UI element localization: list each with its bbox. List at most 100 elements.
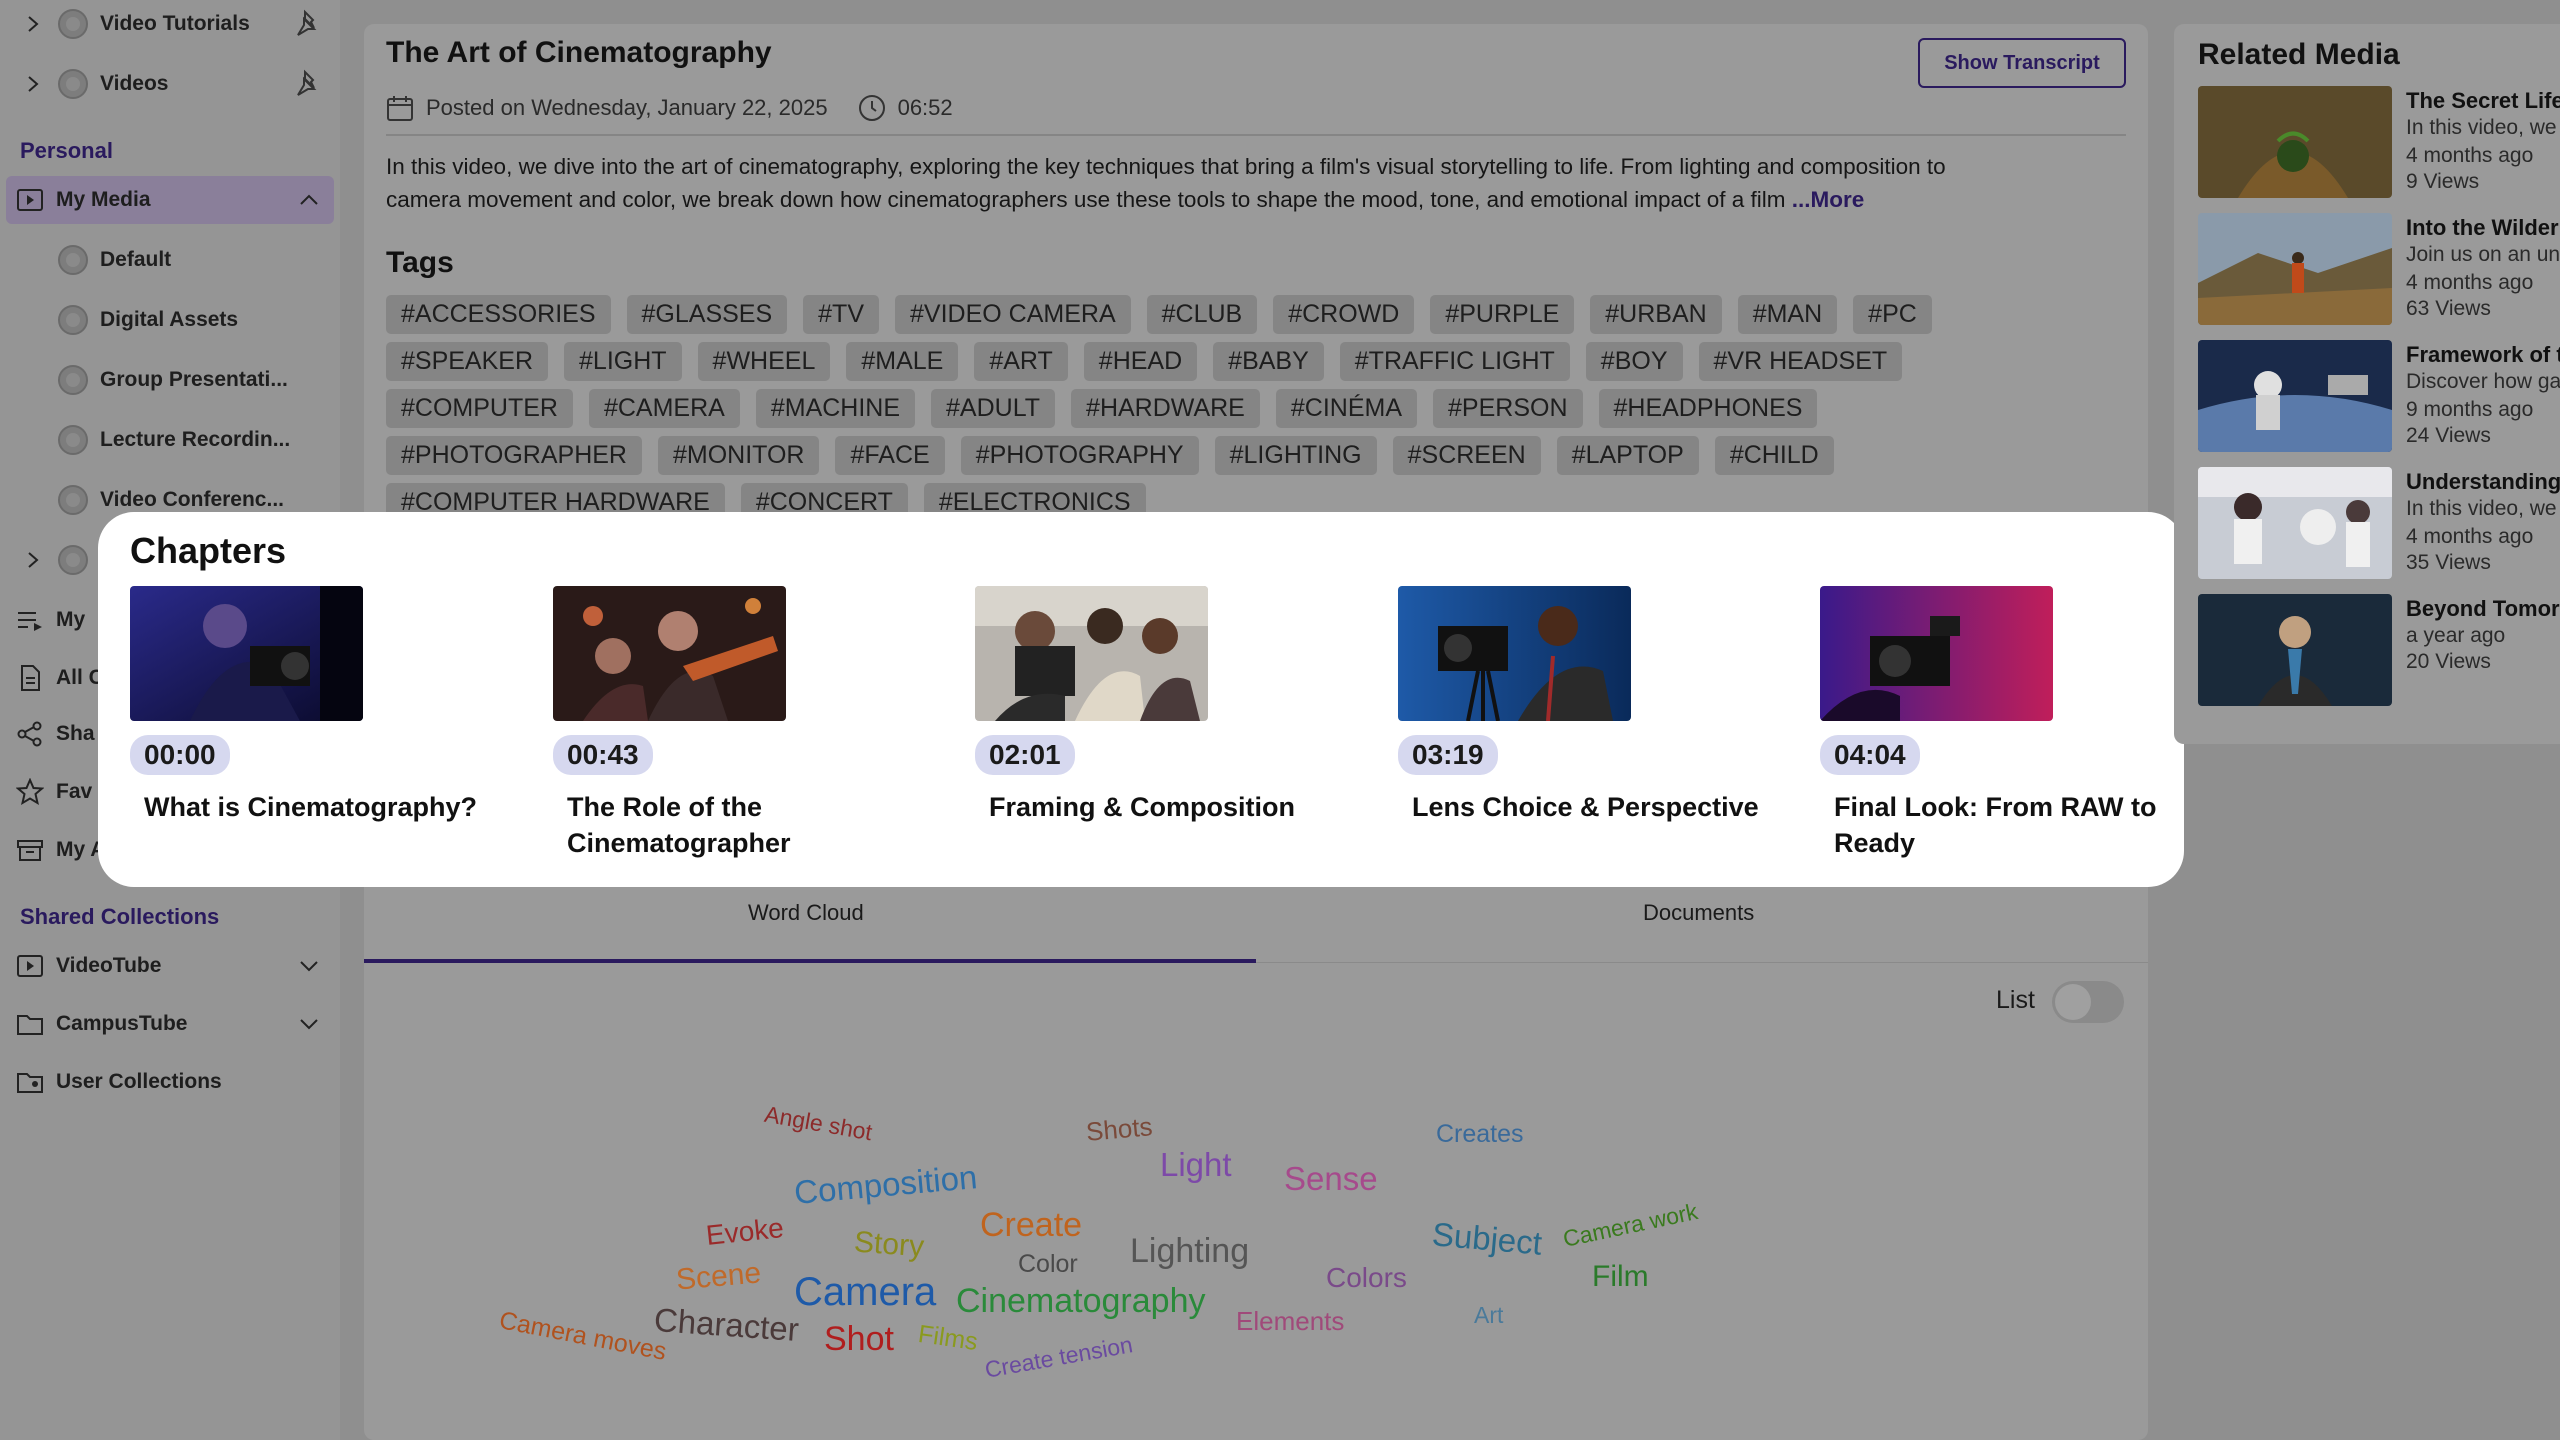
tag-chip[interactable]: #PHOTOGRAPHER	[386, 436, 642, 475]
related-thumbnail[interactable]	[2198, 467, 2392, 579]
tag-chip[interactable]: #SPEAKER	[386, 342, 549, 381]
tag-chip[interactable]: #FACE	[835, 436, 945, 475]
tag-chip[interactable]: #VIDEO CAMERA	[895, 295, 1131, 334]
word-cloud-word[interactable]: Color	[1018, 1250, 1078, 1279]
chapter-thumbnail[interactable]	[130, 586, 363, 721]
chapter-item[interactable]: 03:19 Lens Choice & Perspective	[1398, 586, 1798, 825]
chapter-timestamp[interactable]: 04:04	[1820, 735, 1920, 775]
pin-icon[interactable]	[294, 69, 324, 99]
tag-chip[interactable]: #COMPUTER	[386, 389, 573, 428]
word-cloud-word[interactable]: Colors	[1326, 1262, 1407, 1294]
word-cloud-word[interactable]: Creates	[1436, 1120, 1524, 1149]
related-item[interactable]: The Secret Life In this video, we 4 mont…	[2198, 86, 2560, 198]
chapter-thumbnail[interactable]	[553, 586, 786, 721]
related-thumbnail[interactable]	[2198, 340, 2392, 452]
word-cloud-word[interactable]: Light	[1160, 1146, 1232, 1184]
word-cloud-word[interactable]: Shot	[824, 1320, 894, 1359]
tag-chip[interactable]: #CLUB	[1146, 295, 1258, 334]
tag-chip[interactable]: #MALE	[846, 342, 959, 381]
chapter-thumbnail[interactable]	[975, 586, 1208, 721]
related-thumbnail[interactable]	[2198, 86, 2392, 198]
pin-icon[interactable]	[294, 9, 324, 39]
related-item[interactable]: Understanding In this video, we 4 months…	[2198, 467, 2560, 579]
chevron-down-icon[interactable]	[296, 1011, 322, 1037]
tag-chip[interactable]: #ACCESSORIES	[386, 295, 611, 334]
chapter-timestamp[interactable]: 00:00	[130, 735, 230, 775]
word-cloud-word[interactable]: Sense	[1284, 1160, 1378, 1198]
related-item[interactable]: Into the Wilder Join us on an un 4 month…	[2198, 213, 2560, 325]
tag-chip[interactable]: #PC	[1853, 295, 1932, 334]
tag-chip[interactable]: #HEADPHONES	[1598, 389, 1818, 428]
chevron-down-icon[interactable]	[296, 953, 322, 979]
word-cloud-word[interactable]: Art	[1474, 1302, 1503, 1329]
chapter-thumbnail[interactable]	[1820, 586, 2053, 721]
related-item-title[interactable]: The Secret Life	[2406, 88, 2560, 114]
chapter-name[interactable]: Final Look: From RAW to Ready	[1834, 789, 2234, 861]
tag-chip[interactable]: #HARDWARE	[1071, 389, 1260, 428]
chapter-name[interactable]: The Role of the Cinematographer	[567, 789, 967, 861]
chapter-item[interactable]: 00:43 The Role of the Cinematographer	[553, 586, 953, 861]
tag-chip[interactable]: #URBAN	[1590, 295, 1722, 334]
show-transcript-button[interactable]: Show Transcript	[1918, 38, 2126, 88]
chevron-right-icon[interactable]	[22, 73, 44, 95]
tag-chip[interactable]: #CAMERA	[588, 389, 740, 428]
word-cloud-word[interactable]: Lighting	[1130, 1232, 1249, 1271]
word-cloud-word[interactable]: Cinematography	[956, 1282, 1205, 1321]
tag-chip[interactable]: #TRAFFIC LIGHT	[1339, 342, 1570, 381]
chapter-name[interactable]: Framing & Composition	[989, 789, 1389, 825]
chevron-right-icon[interactable]	[22, 13, 44, 35]
tag-chip[interactable]: #CONCERT	[740, 483, 908, 515]
word-cloud-word[interactable]: Story	[853, 1226, 925, 1265]
tag-chip[interactable]: #BABY	[1213, 342, 1324, 381]
tag-chip[interactable]: #CHILD	[1714, 436, 1834, 475]
tag-chip[interactable]: #TV	[803, 295, 880, 334]
chapter-timestamp[interactable]: 03:19	[1398, 735, 1498, 775]
tag-chip[interactable]: #ELECTRONICS	[923, 483, 1146, 515]
related-item-title[interactable]: Beyond Tomor	[2406, 596, 2560, 622]
tag-chip[interactable]: #PHOTOGRAPHY	[960, 436, 1199, 475]
tab-documents[interactable]: Documents	[1643, 900, 1754, 926]
tag-chip[interactable]: #COMPUTER HARDWARE	[386, 483, 725, 515]
list-toggle-switch[interactable]	[2052, 981, 2124, 1023]
tag-chip[interactable]: #MAN	[1737, 295, 1838, 334]
word-cloud-word[interactable]: Create	[980, 1206, 1082, 1245]
chapter-thumbnail[interactable]	[1398, 586, 1631, 721]
tag-chip[interactable]: #HEAD	[1083, 342, 1198, 381]
word-cloud-word[interactable]: Film	[1592, 1260, 1649, 1294]
tag-chip[interactable]: #SCREEN	[1392, 436, 1541, 475]
tag-chip[interactable]: #PURPLE	[1430, 295, 1575, 334]
chapter-name[interactable]: Lens Choice & Perspective	[1412, 789, 1812, 825]
tag-chip[interactable]: #WHEEL	[697, 342, 831, 381]
word-cloud-word[interactable]: Shots	[1085, 1111, 1154, 1148]
chevron-up-icon[interactable]	[296, 187, 322, 213]
chapter-item[interactable]: 04:04 Final Look: From RAW to Ready	[1820, 586, 2220, 861]
tab-word-cloud[interactable]: Word Cloud	[748, 900, 864, 926]
chevron-right-icon[interactable]	[22, 549, 44, 571]
tag-chip[interactable]: #BOY	[1585, 342, 1683, 381]
tag-chip[interactable]: #MONITOR	[657, 436, 820, 475]
word-cloud-word[interactable]: Camera	[794, 1270, 936, 1315]
chapter-timestamp[interactable]: 00:43	[553, 735, 653, 775]
related-thumbnail[interactable]	[2198, 213, 2392, 325]
tag-chip[interactable]: #MACHINE	[755, 389, 916, 428]
tag-chip[interactable]: #CINÉMA	[1275, 389, 1418, 428]
related-item[interactable]: Beyond Tomor a year ago 20 Views	[2198, 594, 2560, 706]
tag-chip[interactable]: #ADULT	[931, 389, 1056, 428]
toggle-knob[interactable]	[2055, 984, 2091, 1020]
related-item-title[interactable]: Understanding	[2406, 469, 2560, 495]
related-item-title[interactable]: Into the Wilder	[2406, 215, 2559, 241]
related-item[interactable]: Framework of t Discover how ga 9 months …	[2198, 340, 2560, 452]
word-cloud-word[interactable]: Elements	[1236, 1306, 1344, 1337]
chapter-item[interactable]: 02:01 Framing & Composition	[975, 586, 1375, 825]
tag-chip[interactable]: #ART	[974, 342, 1068, 381]
tag-chip[interactable]: #LIGHTING	[1214, 436, 1377, 475]
tag-chip[interactable]: #VR HEADSET	[1698, 342, 1903, 381]
tag-chip[interactable]: #LIGHT	[564, 342, 682, 381]
tag-chip[interactable]: #GLASSES	[626, 295, 788, 334]
chapter-name[interactable]: What is Cinematography?	[144, 789, 544, 825]
tag-chip[interactable]: #LAPTOP	[1556, 436, 1699, 475]
chapter-item[interactable]: 00:00 What is Cinematography?	[130, 586, 530, 825]
chapter-timestamp[interactable]: 02:01	[975, 735, 1075, 775]
related-thumbnail[interactable]	[2198, 594, 2392, 706]
tag-chip[interactable]: #CROWD	[1273, 295, 1415, 334]
